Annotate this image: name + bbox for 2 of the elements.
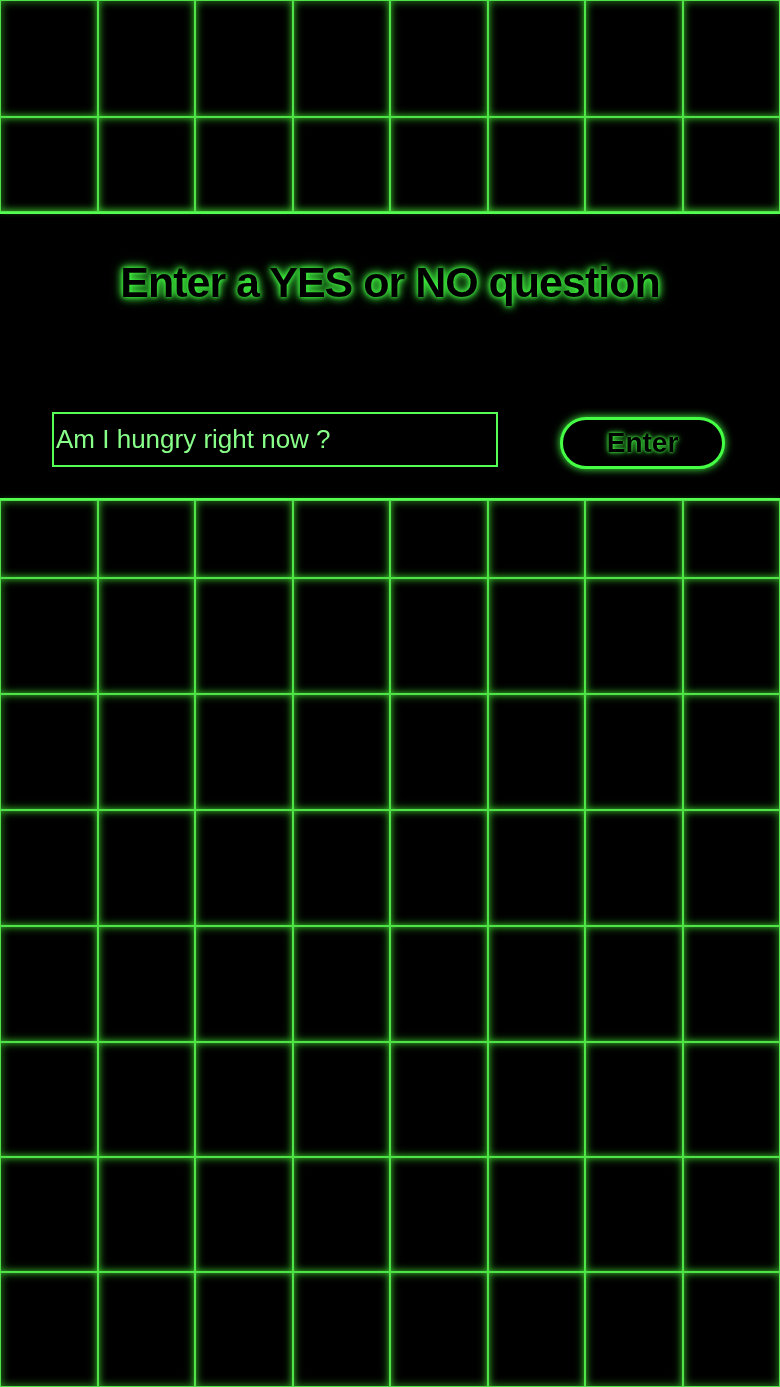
enter-button[interactable]: Enter bbox=[560, 417, 725, 469]
question-field[interactable]: Am I hungry right now ? bbox=[52, 411, 498, 467]
